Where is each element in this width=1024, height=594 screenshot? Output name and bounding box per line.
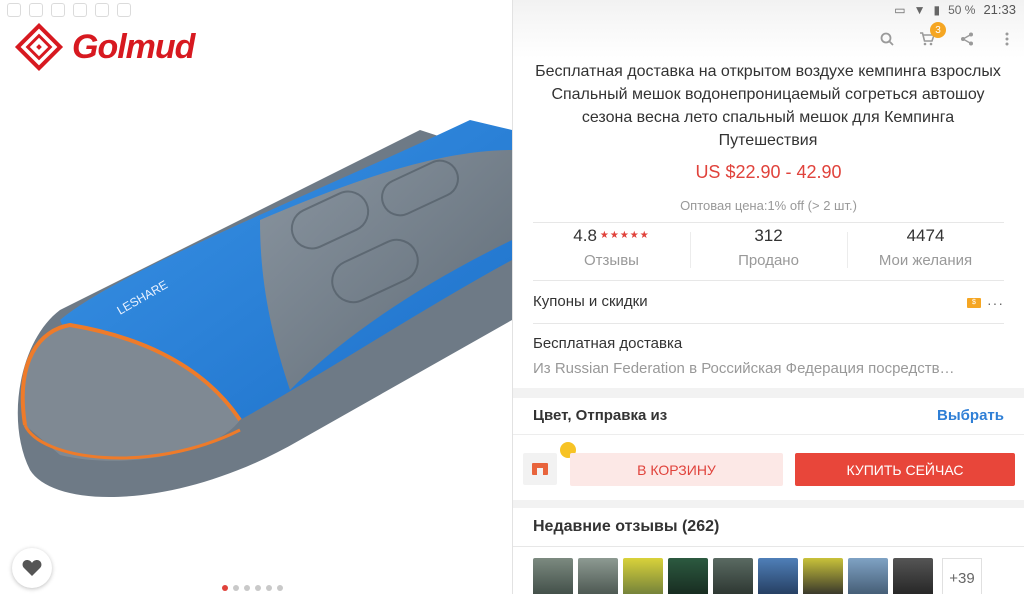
brand-logo: Golmud — [12, 20, 195, 74]
wholesale-price: Оптовая цена:1% off (> 2 шт.) — [680, 198, 857, 213]
choose-options-link[interactable]: Выбрать — [937, 407, 1004, 424]
stat-label: Отзывы — [584, 252, 639, 269]
stat-label: Мои желания — [878, 252, 973, 269]
shipping-row[interactable]: Бесплатная доставка Из Russian Federatio… — [533, 335, 1004, 377]
wifi-icon: ▼ — [913, 2, 926, 17]
cart-button[interactable]: 3 — [918, 22, 946, 48]
top-bar: ▭ ▼ ▮ 50 % 21:33 3 — [513, 0, 1024, 58]
shipping-detail: Из Russian Federation в Российская Федер… — [533, 360, 955, 377]
buy-now-button[interactable]: КУПИТЬ СЕЙЧАС — [795, 453, 1015, 486]
wishlist-button[interactable] — [12, 548, 52, 588]
shield-icon — [96, 4, 108, 16]
mail-icon — [8, 4, 20, 16]
product-title: Бесплатная доставка на открытом воздухе … — [535, 63, 1001, 149]
review-photo[interactable] — [533, 558, 573, 594]
sleeping-bag-image: LESHARE — [17, 120, 512, 497]
divider — [533, 222, 1004, 223]
stat-reviews[interactable]: 4.8 ★★★★★ Отзывы — [533, 226, 690, 276]
pagination-dot[interactable] — [244, 585, 250, 591]
clock: 21:33 — [983, 2, 1016, 17]
wishlist-count: 4474 — [906, 226, 945, 245]
notification-icon — [30, 4, 42, 16]
stat-sold: 312 Продано — [690, 226, 847, 276]
review-photo[interactable] — [578, 558, 618, 594]
rating-stars: ★★★★★ — [599, 230, 650, 241]
cart-count-badge: 3 — [930, 22, 946, 38]
options-row[interactable]: Цвет, Отправка из Выбрать — [513, 397, 1024, 435]
shipping-label: Бесплатная доставка — [533, 335, 683, 352]
reviews-title[interactable]: Недавние отзывы (262) — [533, 518, 719, 536]
brand-logo-mark — [14, 22, 64, 72]
stat-wishlist[interactable]: 4474 Мои желания — [847, 226, 1004, 276]
review-photo[interactable] — [668, 558, 708, 594]
status-bar-notifications — [0, 0, 512, 20]
share-button[interactable] — [958, 30, 976, 48]
battery-icon: ▮ — [933, 2, 941, 17]
section-spacer — [513, 500, 1024, 508]
review-photo[interactable] — [893, 558, 933, 594]
search-icon — [880, 32, 894, 46]
search-button[interactable] — [878, 30, 896, 48]
share-icon — [961, 32, 973, 46]
product-stats: 4.8 ★★★★★ Отзывы 312 Продано 4474 Мои жел… — [533, 226, 1004, 276]
product-details: ▭ ▼ ▮ 50 % 21:33 3 Бесплатная доставка н… — [513, 0, 1024, 594]
product-gallery[interactable]: Golmud LESHARE — [0, 0, 512, 594]
coupons-row[interactable]: Купоны и скидки $ ··· — [533, 293, 1004, 315]
pagination-dot[interactable] — [277, 585, 283, 591]
review-photos: +39 — [533, 558, 982, 594]
add-to-cart-button[interactable]: В КОРЗИНУ — [570, 453, 783, 486]
review-photo[interactable] — [623, 558, 663, 594]
product-price: US $22.90 - 42.90 — [695, 162, 842, 182]
coupons-label: Купоны и скидки — [533, 293, 648, 310]
pagination-dot[interactable] — [222, 585, 228, 591]
system-status: ▭ ▼ ▮ 50 % 21:33 — [894, 2, 1016, 17]
rating-value: 4.8 — [573, 226, 597, 245]
cloud-icon — [74, 4, 86, 16]
download-icon — [52, 4, 64, 16]
divider — [533, 323, 1004, 324]
more-icon: ··· — [987, 295, 1004, 311]
store-icon — [532, 463, 548, 475]
pagination-dot[interactable] — [255, 585, 261, 591]
divider — [513, 546, 1024, 547]
gallery-pagination — [222, 585, 283, 591]
overflow-menu-icon — [1005, 32, 1009, 46]
stat-label: Продано — [738, 252, 799, 269]
cast-icon: ▭ — [894, 2, 906, 17]
options-label: Цвет, Отправка из — [533, 407, 668, 424]
pagination-dot[interactable] — [266, 585, 272, 591]
overflow-menu-button[interactable] — [998, 30, 1016, 48]
coupon-icon: $ — [967, 298, 981, 308]
pagination-dot[interactable] — [233, 585, 239, 591]
review-photo[interactable] — [758, 558, 798, 594]
review-photo[interactable] — [803, 558, 843, 594]
brand-logo-text: Golmud — [72, 27, 195, 66]
heart-icon — [22, 560, 42, 576]
review-photo[interactable] — [848, 558, 888, 594]
sold-count: 312 — [754, 226, 783, 245]
store-button[interactable] — [523, 453, 557, 485]
battery-level: 50 % — [948, 2, 976, 17]
action-bar: 3 — [878, 22, 1016, 48]
divider — [533, 280, 1004, 281]
review-photo[interactable] — [713, 558, 753, 594]
sd-card-icon — [118, 4, 130, 16]
more-photos-button[interactable]: +39 — [942, 558, 982, 594]
purchase-actions: В КОРЗИНУ КУПИТЬ СЕЙЧАС — [513, 436, 1024, 498]
